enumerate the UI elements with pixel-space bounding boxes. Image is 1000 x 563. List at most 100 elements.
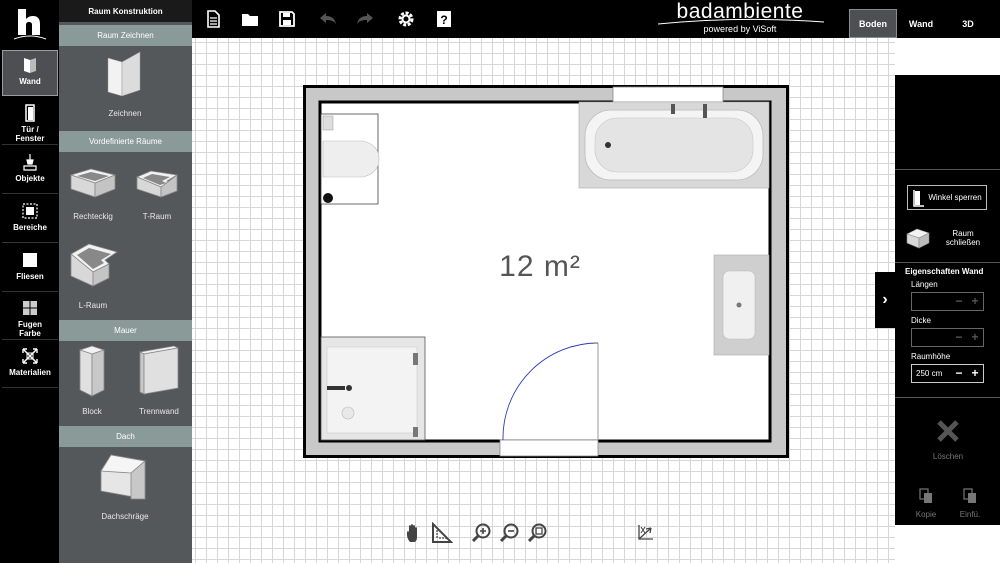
undo-icon[interactable]: [317, 8, 339, 30]
roof-slope-icon: [100, 454, 146, 500]
rail-item-label: Materialien: [9, 368, 51, 377]
block-icon: [78, 345, 106, 397]
angle-lock-label: Winkel sperren: [928, 193, 982, 202]
divider: [895, 262, 1000, 263]
new-file-icon[interactable]: [202, 8, 224, 30]
tiles-icon: [23, 253, 37, 267]
rail-item-label: Tür / Fenster: [15, 125, 45, 143]
measure-icon[interactable]: [431, 521, 454, 544]
tool-label: Dachschräge: [101, 512, 149, 521]
shower-tray-object[interactable]: [320, 336, 426, 441]
rail-item-materialien[interactable]: Materialien: [2, 342, 58, 388]
redo-icon[interactable]: [354, 8, 376, 30]
divider: [895, 169, 1000, 170]
rail-item-wand[interactable]: Wand: [2, 50, 58, 96]
rail-item-fugen-farbe[interactable]: Fugen Farbe: [2, 294, 58, 340]
tool-trennwand[interactable]: Trennwand: [129, 344, 189, 416]
section-vordefinierte-raeume: Vordefinierte Räume: [59, 131, 192, 152]
tool-rechteckig[interactable]: Rechteckig: [63, 163, 123, 221]
l-room-icon: [70, 243, 118, 287]
room-height-value: 250 cm: [916, 369, 943, 378]
washbasin-object[interactable]: [713, 254, 770, 356]
tab-boden[interactable]: Boden: [849, 9, 897, 38]
delete-button[interactable]: Löschen: [923, 418, 973, 461]
draw-walls-icon: [107, 51, 141, 97]
bathtub-object[interactable]: [578, 101, 770, 189]
delete-icon: [937, 420, 959, 442]
tool-label: L-Raum: [78, 301, 108, 310]
thickness-label: Dicke: [911, 316, 932, 325]
increment-icon[interactable]: +: [967, 365, 983, 382]
help-icon[interactable]: ?: [433, 8, 455, 30]
tool-label: Block: [82, 407, 102, 416]
thickness-stepper[interactable]: − +: [911, 328, 984, 347]
chevron-right-icon: ›: [882, 291, 888, 308]
app-logo-icon: [13, 9, 47, 40]
right-properties-panel: Winkel sperren Raum schließen Eigenschaf…: [895, 75, 1000, 525]
rail-item-label: Wand: [19, 77, 41, 86]
pan-hand-icon[interactable]: [404, 522, 426, 544]
wall-icon: [24, 58, 36, 73]
rail-item-fliesen[interactable]: Fliesen: [2, 246, 58, 292]
rail-item-bereiche[interactable]: Bereiche: [2, 197, 58, 243]
rail-item-door[interactable]: Tür / Fenster: [2, 99, 58, 145]
angle-lock-button[interactable]: Winkel sperren: [907, 185, 987, 210]
room-height-stepper[interactable]: 250 cm − +: [911, 364, 984, 383]
zoom-fit-icon[interactable]: [527, 522, 549, 544]
room-height-label: Raumhöhe: [911, 352, 951, 361]
grout-color-icon: [23, 301, 37, 315]
tool-l-raum[interactable]: L-Raum: [63, 240, 123, 310]
materials-icon: [22, 348, 38, 364]
decrement-icon[interactable]: −: [951, 329, 967, 346]
delete-label: Löschen: [932, 452, 964, 461]
tool-label: Rechteckig: [73, 212, 113, 221]
zoom-in-icon[interactable]: [471, 522, 493, 544]
rect-room-icon: [69, 168, 117, 198]
length-stepper[interactable]: − +: [911, 292, 984, 311]
t-room-icon: [135, 170, 179, 198]
left-rail: Wand Tür / Fenster Objekte Bereiche Flie…: [0, 0, 59, 563]
rail-item-label: Objekte: [15, 174, 45, 183]
decrement-icon[interactable]: −: [951, 293, 967, 310]
toilet-object[interactable]: [320, 113, 380, 205]
angle-lock-icon: [913, 189, 924, 207]
collapse-right-panel-button[interactable]: ›: [875, 272, 895, 328]
construction-panel: Raum Konstruktion Raum Zeichnen Zeichnen…: [59, 0, 192, 563]
settings-icon[interactable]: [395, 8, 417, 30]
zoom-out-icon[interactable]: [499, 522, 521, 544]
brand-swoosh-icon: [657, 18, 825, 25]
tool-t-raum[interactable]: T-Raum: [127, 163, 187, 221]
paste-button[interactable]: Einfü.: [953, 488, 987, 519]
areas-icon: [22, 203, 38, 219]
rail-item-label: Fliesen: [16, 272, 44, 281]
tool-block[interactable]: Block: [65, 344, 119, 416]
copy-button[interactable]: Kopie: [909, 488, 943, 519]
increment-icon[interactable]: +: [967, 329, 983, 346]
paste-icon: [963, 488, 976, 503]
length-label: Längen: [911, 280, 938, 289]
increment-icon[interactable]: +: [967, 293, 983, 310]
copy-label: Kopie: [915, 510, 937, 519]
door-icon: [25, 104, 35, 122]
tool-label: Trennwand: [139, 407, 179, 416]
close-room-icon: [906, 228, 930, 249]
brand-logo: badambiente powered by ViSoft: [650, 0, 830, 38]
tool-zeichnen[interactable]: Zeichnen: [89, 50, 161, 118]
tab-3d[interactable]: 3D: [948, 9, 988, 38]
panel-title: Raum Konstruktion: [59, 0, 192, 22]
rail-item-label: Bereiche: [13, 223, 47, 232]
objects-icon: [23, 154, 37, 171]
tab-wand[interactable]: Wand: [900, 9, 942, 38]
properties-title: Eigenschaften Wand: [905, 267, 984, 276]
north-arrow-icon[interactable]: [635, 522, 657, 544]
save-icon[interactable]: [276, 8, 298, 30]
tool-label: T-Raum: [142, 212, 172, 221]
rail-item-objekte[interactable]: Objekte: [2, 148, 58, 194]
close-room-button[interactable]: Raum schließen: [905, 223, 995, 253]
room-area-label: 12 m²: [499, 250, 581, 283]
rail-item-label: Fugen Farbe: [18, 320, 42, 338]
divider: [895, 397, 1000, 398]
tool-dachschraege[interactable]: Dachschräge: [85, 451, 165, 521]
decrement-icon[interactable]: −: [951, 365, 967, 382]
open-folder-icon[interactable]: [239, 8, 261, 30]
